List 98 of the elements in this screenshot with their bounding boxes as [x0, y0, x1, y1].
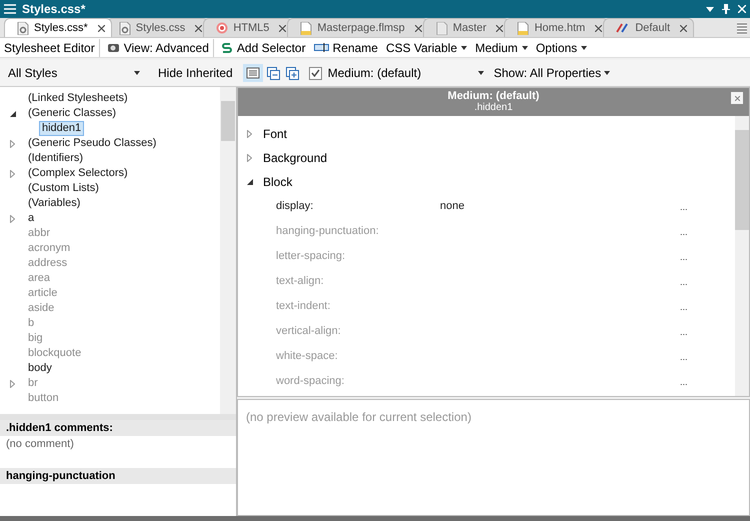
tab-label: Styles.css	[136, 20, 186, 36]
toolbar-button[interactable]: CSS Variable	[382, 38, 472, 56]
close-icon[interactable]	[680, 24, 688, 32]
edit-button[interactable]: ...	[678, 228, 690, 236]
close-icon[interactable]	[595, 24, 602, 32]
caret-icon	[604, 71, 610, 75]
property-name: vertical-align:	[276, 324, 342, 340]
collapsed-triangle-icon[interactable]	[247, 154, 252, 162]
property-name: display:	[276, 199, 314, 214]
hide-inherited-button[interactable]: Hide Inherited	[148, 64, 243, 82]
projector-icon	[106, 41, 120, 54]
edit-button[interactable]: ...	[678, 252, 690, 260]
toolbar-button[interactable]: Options	[532, 38, 592, 56]
edit-button[interactable]: ...	[678, 302, 690, 310]
toolbar-button[interactable]: Medium	[471, 38, 532, 56]
toolbar-button[interactable]: Add Selector	[216, 38, 310, 56]
close-icon[interactable]	[195, 24, 202, 32]
preview-message: (no preview available for current selection)	[246, 410, 472, 424]
close-icon[interactable]	[414, 24, 422, 32]
scrollbar[interactable]	[220, 87, 236, 414]
close-icon[interactable]	[279, 24, 286, 32]
collapsed-triangle-icon[interactable]	[10, 380, 15, 388]
pin-icon[interactable]	[722, 4, 730, 14]
tree-item[interactable]: (Complex Selectors)	[25, 166, 131, 181]
close-icon	[734, 96, 740, 100]
toolbar-label: Stylesheet Editor	[4, 38, 100, 56]
page-icon	[436, 22, 448, 34]
toolbar-button[interactable]: View: Advanced	[102, 38, 214, 56]
style-filter-dropdown[interactable]: All Styles	[0, 63, 148, 83]
target-icon	[216, 22, 228, 34]
edit-button[interactable]: ...	[678, 378, 690, 386]
dropdown-icon[interactable]	[706, 6, 714, 12]
caret-icon	[478, 71, 484, 75]
tree-item[interactable]: body	[25, 361, 55, 376]
expanded-triangle-icon[interactable]	[10, 110, 16, 116]
list-view-icon[interactable]	[242, 64, 263, 82]
property-name: letter-spacing:	[276, 249, 346, 264]
tab-label: Masterpage.flmsp	[317, 20, 405, 36]
tab-label: HTML5	[233, 20, 270, 36]
collapse-all-icon[interactable]	[266, 66, 280, 80]
comments-header: .hidden1 comments:	[0, 420, 236, 436]
toolbar-button[interactable]: Rename	[310, 38, 382, 56]
tree-item[interactable]: hidden1	[39, 121, 84, 136]
tree-item[interactable]: (Generic Pseudo Classes)	[25, 136, 160, 151]
edit-button[interactable]: ...	[678, 328, 690, 336]
comment-text: (no comment)	[5, 437, 75, 452]
tree-item[interactable]: (Variables)	[25, 196, 84, 211]
document-tab[interactable]: Styles.css*	[4, 18, 112, 37]
medium-checkbox[interactable]	[308, 66, 322, 80]
show-dropdown[interactable]: Show: All Properties	[494, 64, 610, 82]
medium-title: Medium: (default)	[448, 90, 540, 102]
page-icon	[300, 22, 312, 34]
expand-all-icon[interactable]	[286, 66, 299, 80]
tab-label: Master	[452, 20, 486, 36]
scrollbar[interactable]	[735, 116, 749, 396]
caret-icon	[522, 46, 528, 50]
tree-item[interactable]: a	[25, 211, 38, 226]
medium-dropdown[interactable]: Medium: (default)	[328, 64, 488, 82]
tab-label: Home.htm	[534, 20, 586, 36]
collapsed-triangle-icon[interactable]	[10, 214, 15, 222]
property-value: none	[440, 200, 464, 212]
close-icon[interactable]	[496, 24, 504, 32]
tree-item[interactable]: (Generic Classes)	[25, 106, 120, 121]
caret-icon	[461, 46, 468, 50]
property-group[interactable]: Block	[263, 173, 292, 191]
edit-button[interactable]: ...	[678, 202, 690, 210]
collapsed-triangle-icon[interactable]	[10, 170, 15, 178]
caret-icon	[134, 71, 140, 75]
property-help-header: hanging-punctuation	[0, 468, 236, 484]
close-icon[interactable]	[98, 24, 105, 32]
collapsed-triangle-icon[interactable]	[247, 130, 252, 138]
property-name: white-space:	[276, 349, 339, 364]
page-icon	[517, 22, 530, 34]
tab-label: Default	[635, 20, 670, 36]
edit-button[interactable]: ...	[678, 352, 690, 360]
property-group[interactable]: Font	[263, 125, 288, 143]
edit-button[interactable]: ...	[678, 278, 690, 286]
tree-item[interactable]: (Linked Stylesheets)	[25, 91, 131, 106]
slashes-icon	[616, 23, 630, 33]
close-button[interactable]	[731, 92, 743, 104]
window-title: Styles.css*	[22, 1, 86, 18]
rename-icon	[314, 42, 329, 53]
menu-icon[interactable]	[4, 4, 16, 14]
add-selector-icon	[220, 42, 233, 54]
property-name: word-spacing:	[276, 374, 346, 390]
property-name: hanging-punctuation:	[276, 224, 380, 240]
property-name: text-align:	[276, 274, 325, 290]
tab-label: Styles.css*	[34, 20, 88, 36]
tree-item[interactable]: (Custom Lists)	[25, 181, 102, 196]
property-name: text-indent:	[276, 299, 332, 314]
collapsed-triangle-icon[interactable]	[10, 140, 15, 148]
tree-item[interactable]: (Identifiers)	[25, 151, 86, 166]
property-group[interactable]: Background	[263, 149, 328, 167]
caret-icon	[581, 46, 588, 50]
expanded-triangle-icon[interactable]	[247, 179, 253, 185]
document-tab[interactable]: Default	[603, 18, 694, 37]
selector-subtitle: .hidden1	[474, 102, 513, 114]
tab-list-icon[interactable]	[737, 22, 747, 34]
